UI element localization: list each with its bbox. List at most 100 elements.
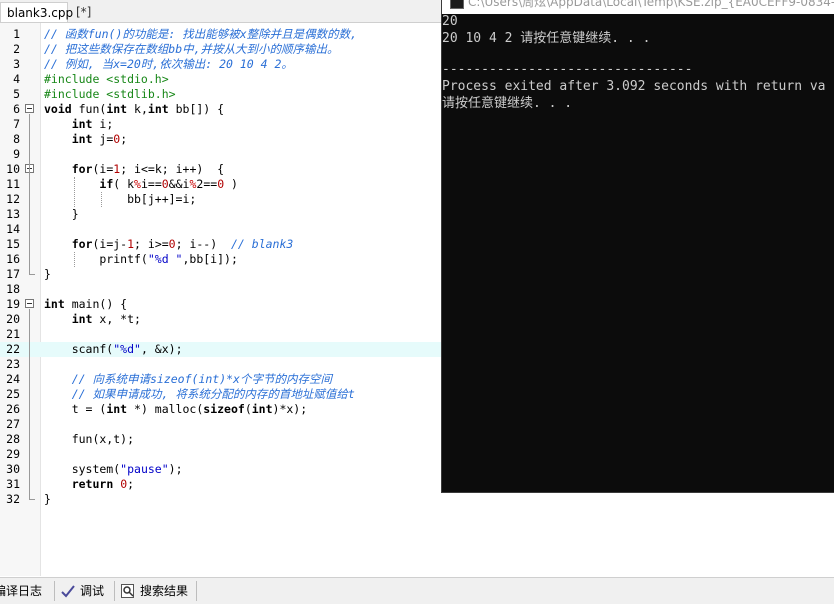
line-number: 3 (13, 57, 20, 71)
line-number: 21 (6, 327, 20, 341)
tab-compile-log[interactable]: 编译日志 (0, 578, 42, 604)
line-number: 27 (6, 417, 20, 431)
line-number: 2 (13, 42, 20, 56)
code-token: int (71, 117, 93, 131)
code-token: // 例如, 当x=20时,依次输出: 20 10 4 2。 (44, 57, 293, 71)
code-text: } (44, 492, 51, 507)
code-text: scanf("%d", &x); (44, 342, 183, 357)
code-token: 0 (161, 177, 169, 191)
line-number: 20 (6, 312, 20, 326)
code-text: #include <stdio.h> (44, 72, 169, 87)
code-token: 2== (196, 177, 218, 191)
code-token: // blank3 (231, 237, 294, 251)
code-token: ,bb[i]); (182, 252, 238, 266)
code-token: ; i<=k; i++) { (120, 162, 225, 176)
console-line: Process exited after 3.092 seconds with … (442, 79, 826, 94)
indent-guide (101, 192, 103, 207)
tab-blank3[interactable]: blank3.cpp (0, 2, 73, 22)
code-token: (i= (92, 162, 114, 176)
code-token: int (71, 132, 93, 146)
code-token: #include <stdio.h> (44, 72, 169, 86)
code-text: int i; (44, 117, 114, 132)
line-number: 11 (6, 177, 20, 191)
line-number: 15 (6, 237, 20, 251)
line-number: 17 (6, 267, 20, 281)
line-number: 26 (6, 402, 20, 416)
console-line: 20 10 4 2 请按任意键继续. . . (442, 31, 651, 46)
code-token: sizeof (203, 402, 245, 416)
tab-search-results[interactable]: 搜索结果 (120, 578, 188, 604)
code-token: t = ( (44, 402, 107, 416)
code-token: #include <stdlib.h> (44, 87, 176, 101)
code-token: // 向系统申请sizeof(int)*x个字节的内存空间 (71, 372, 332, 386)
code-text: t = (int *) malloc(sizeof(int)*x); (44, 402, 307, 417)
fold-toggle-icon[interactable] (25, 299, 34, 308)
code-token: int (251, 402, 273, 416)
fold-toggle-icon[interactable] (25, 104, 34, 113)
code-token: } (44, 207, 79, 221)
code-token: scanf( (44, 342, 114, 356)
code-text: } (44, 267, 51, 282)
code-line[interactable]: 32} (0, 492, 834, 507)
code-token: int (71, 312, 93, 326)
fold-bracket (29, 309, 30, 499)
code-token: ; (127, 477, 135, 491)
code-token: x, *t; (92, 312, 141, 326)
search-results-label: 搜索结果 (140, 584, 189, 598)
line-number: 10 (6, 162, 20, 176)
tab-blank4[interactable]: [*] blank4.cpp (70, 2, 160, 39)
code-token: } (44, 492, 51, 506)
code-token: (i=j- (92, 237, 128, 251)
code-text: return 0; (44, 477, 134, 492)
code-text: // 如果申请成功, 将系统分配的内存的首地址赋值给t (44, 387, 355, 402)
code-token: bb[]) { (168, 102, 225, 116)
code-token: &&i (168, 177, 190, 191)
line-number: 9 (13, 147, 20, 161)
line-number: 19 (6, 297, 20, 311)
line-number: 4 (13, 72, 20, 86)
code-text: for(i=j-1; i>=0; i--) // blank3 (44, 237, 294, 252)
code-token: system( (44, 462, 121, 476)
code-text: } (44, 207, 79, 222)
code-token: int (44, 297, 65, 311)
indent-guide (73, 177, 75, 207)
code-token: % (134, 177, 141, 191)
code-text: bb[j++]=i; (44, 192, 196, 207)
code-token: i== (140, 177, 162, 191)
code-token: k, (127, 102, 148, 116)
console-line: 请按任意键继续. . . (442, 96, 573, 111)
code-text: #include <stdlib.h> (44, 87, 176, 102)
code-text: // 例如, 当x=20时,依次输出: 20 10 4 2。 (44, 57, 293, 72)
code-token: "%d " (147, 252, 183, 266)
code-text: fun(x,t); (44, 432, 134, 447)
code-token: // 函数fun()的功能是: 找出能够被x整除并且是偶数的数, (44, 27, 358, 41)
code-token: // 如果申请成功, 将系统分配的内存的首地址赋值给t (71, 387, 355, 401)
console-line: -------------------------------- (442, 62, 693, 77)
console-title-bar[interactable]: C:\Users\周炫\AppData\Local\Temp\KSE.zip_{… (442, 0, 834, 14)
line-number: 1 (13, 27, 20, 41)
code-token: ; i>= (134, 237, 169, 251)
fold-bracket-end (29, 274, 35, 275)
fold-bracket (29, 114, 30, 274)
line-number: 32 (6, 492, 20, 506)
fold-bracket-end (29, 499, 35, 500)
line-number: 31 (6, 477, 20, 491)
line-number: 23 (6, 357, 20, 371)
line-number: 29 (6, 447, 20, 461)
line-number: 24 (6, 372, 20, 386)
code-token: int (106, 402, 128, 416)
code-text: // 函数fun()的功能是: 找出能够被x整除并且是偶数的数, (44, 27, 357, 42)
code-text: void fun(int k,int bb[]) { (44, 102, 224, 117)
tab-debug[interactable]: 调试 (60, 578, 104, 604)
bottom-panel-tabs: 编译日志 调试 搜索结果 (0, 577, 834, 604)
compile-log-label: 编译日志 (0, 584, 43, 598)
line-number: 25 (6, 387, 20, 401)
console-window[interactable]: C:\Users\周炫\AppData\Local\Temp\KSE.zip_{… (441, 0, 834, 493)
